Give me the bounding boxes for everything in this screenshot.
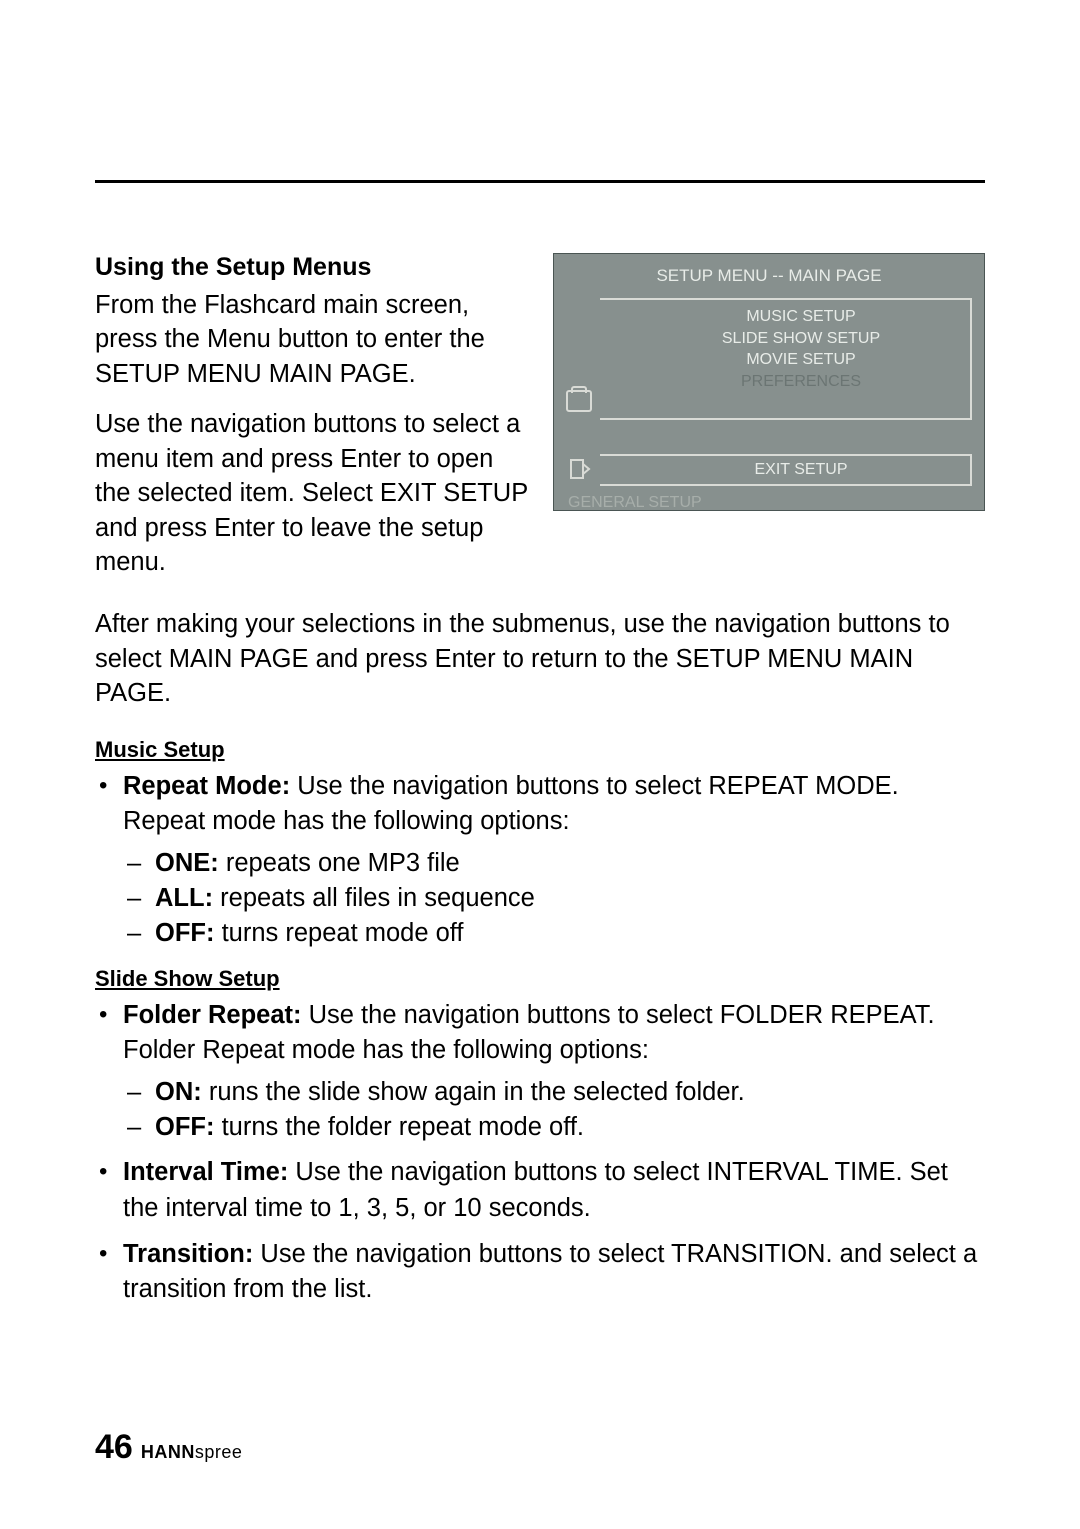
list-item: Repeat Mode: Use the navigation buttons … (123, 769, 985, 952)
slideshow-setup-heading: Slide Show Setup (95, 966, 985, 992)
exit-icon (566, 458, 592, 480)
menu-item: MUSIC SETUP (642, 306, 960, 328)
list-item: Transition: Use the navigation buttons t… (123, 1237, 985, 1308)
section-heading: Using the Setup Menus (95, 253, 533, 282)
sub-list-item: ONE: repeats one MP3 file (155, 846, 985, 881)
paragraph: Use the navigation buttons to select a m… (95, 407, 533, 579)
section-divider (95, 180, 985, 183)
sub-list-item: ALL: repeats all files in sequence (155, 881, 985, 916)
menu-item: SLIDE SHOW SETUP (642, 328, 960, 350)
option-label: Repeat Mode: (123, 772, 290, 800)
list-item: Folder Repeat: Use the navigation button… (123, 998, 985, 1146)
option-label: Transition: (123, 1240, 253, 1268)
menu-title: SETUP MENU -- MAIN PAGE (566, 266, 972, 286)
music-setup-heading: Music Setup (95, 737, 985, 763)
menu-exit-label: EXIT SETUP (642, 459, 960, 481)
paragraph: From the Flashcard main screen, press th… (95, 288, 533, 391)
option-label: Folder Repeat: (123, 1001, 302, 1029)
sub-list-item: ON: runs the slide show again in the sel… (155, 1075, 985, 1110)
option-label: Interval Time: (123, 1158, 288, 1186)
paragraph: After making your selections in the subm… (95, 607, 985, 710)
list-item: Interval Time: Use the navigation button… (123, 1155, 985, 1226)
brand-label: HANNspree (141, 1442, 243, 1463)
setup-menu-screenshot: SETUP MENU -- MAIN PAGE MUSIC SETUP SLID… (553, 253, 985, 511)
menu-exit-box: EXIT SETUP (600, 454, 972, 486)
menu-list-box: MUSIC SETUP SLIDE SHOW SETUP MOVIE SETUP… (600, 298, 972, 420)
page-footer: 46 HANNspree (95, 1428, 242, 1467)
menu-item-disabled: PREFERENCES (642, 371, 960, 393)
menu-item: MOVIE SETUP (642, 349, 960, 371)
menu-footer-label: GENERAL SETUP (568, 494, 972, 512)
page-number: 46 (95, 1428, 133, 1467)
folder-icon (566, 390, 592, 412)
sub-list-item: OFF: turns repeat mode off (155, 916, 985, 951)
sub-list-item: OFF: turns the folder repeat mode off. (155, 1110, 985, 1145)
